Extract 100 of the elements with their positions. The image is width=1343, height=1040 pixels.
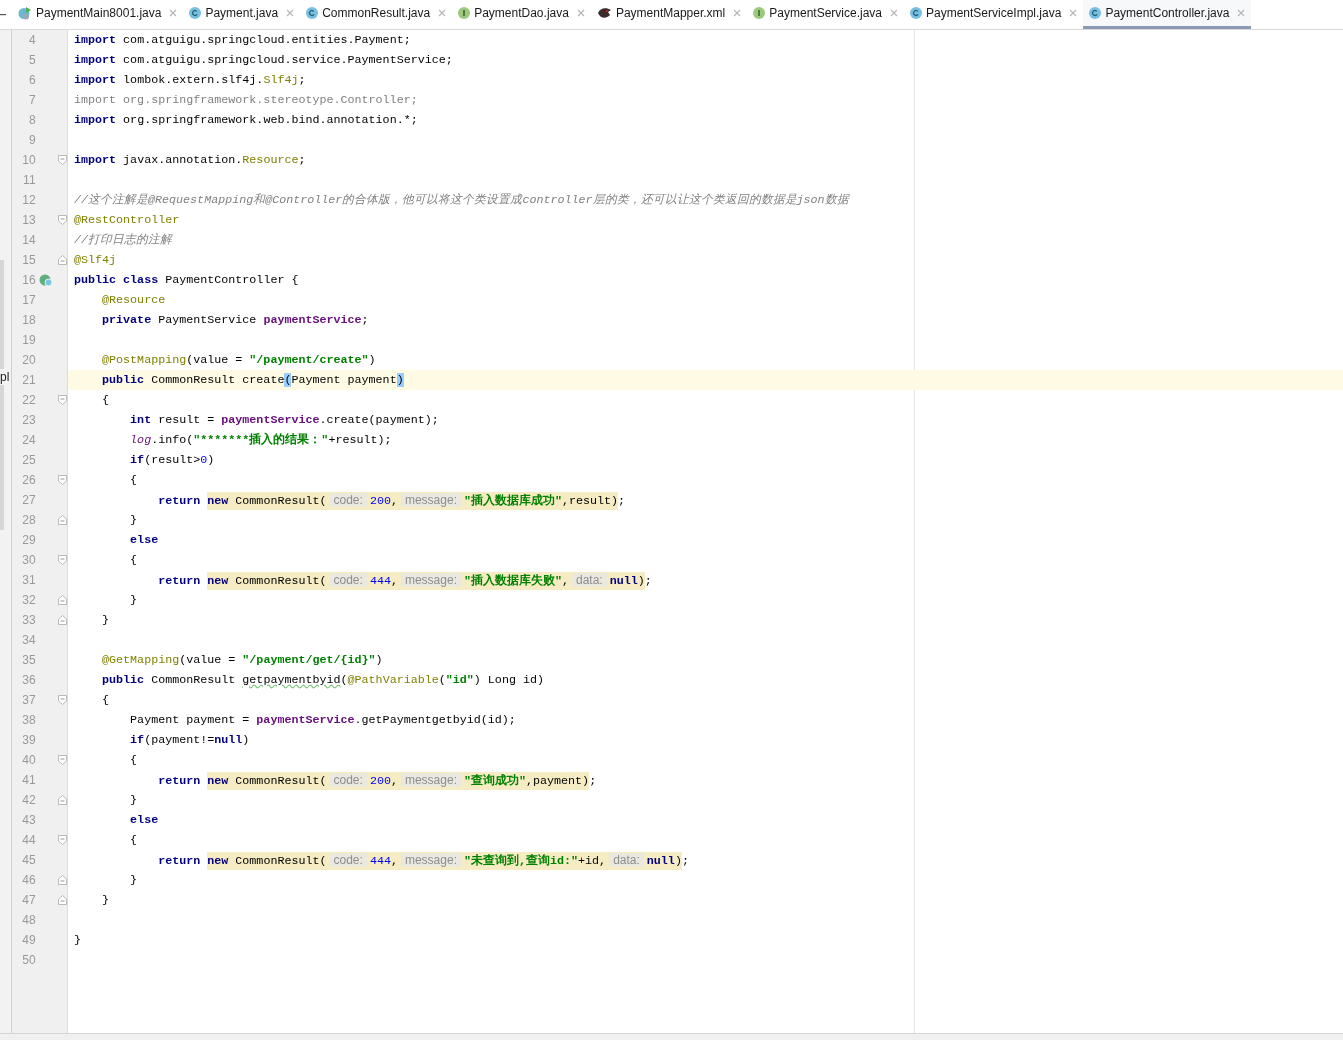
code-line: public CommonResult create(Payment payment)	[101, 372, 404, 389]
fold-icon[interactable]	[58, 515, 67, 525]
code-line: }	[129, 792, 138, 809]
line-number: 36	[21, 672, 36, 689]
code-line: private PaymentService paymentService;	[101, 312, 369, 329]
code-line: public class PaymentController {	[74, 272, 299, 289]
file-tab[interactable]: CommonResult.java	[300, 0, 453, 29]
code-line: return new CommonResult( code: 444, message: "未查询到,查询id:"+id, data: null);	[157, 850, 689, 870]
code-line: import com.atguigu.springcloud.entities.Payment;	[74, 32, 411, 49]
file-tab[interactable]: PaymentDao.java	[452, 0, 591, 29]
code-line: @RestController	[74, 212, 180, 229]
code-line: {	[101, 392, 110, 409]
code-line: import javax.annotation.Resource;	[74, 152, 306, 169]
file-tab[interactable]: PaymentMapper.xml	[590, 0, 748, 29]
line-number: 45	[21, 852, 36, 869]
code-line: {	[129, 472, 138, 489]
close-icon[interactable]	[576, 9, 585, 17]
code-line: Payment payment = paymentService.getPaymentgetbyid(id);	[129, 712, 516, 729]
line-number: 34	[21, 632, 36, 649]
file-tab[interactable]: PaymentController.java	[1083, 0, 1252, 29]
line-number: 16	[21, 272, 36, 289]
line-number: 13	[21, 212, 36, 229]
line-number: 24	[21, 432, 36, 449]
code-line: @Slf4j	[74, 252, 117, 269]
line-number: 46	[21, 872, 36, 889]
line-number: 28	[21, 512, 36, 529]
line-number: 5	[27, 52, 36, 69]
fold-icon[interactable]	[58, 475, 67, 485]
close-icon[interactable]	[1237, 9, 1246, 17]
line-number: 33	[21, 612, 36, 629]
fold-icon[interactable]	[58, 795, 67, 805]
line-number: 31	[21, 572, 36, 589]
code-line: return new CommonResult( code: 200, message: "插入数据库成功",result);	[157, 490, 626, 510]
line-number: 40	[21, 752, 36, 769]
code-line: }	[129, 512, 138, 529]
code-line: }	[129, 592, 138, 609]
fold-icon[interactable]	[58, 835, 67, 845]
close-icon[interactable]	[1069, 9, 1078, 17]
file-tab[interactable]: Payment.java	[183, 0, 301, 29]
minus-icon[interactable]	[0, 13, 6, 16]
line-number: 43	[21, 812, 36, 829]
code-line: if(result>0)	[129, 452, 215, 469]
code-line: public CommonResult getpaymentbyid(@PathVariable("id") Long id)	[101, 672, 544, 689]
line-number: 11	[22, 172, 36, 189]
line-number: 30	[21, 552, 36, 569]
line-number: 29	[21, 532, 36, 549]
code-line: import lombok.extern.slf4j.Slf4j;	[74, 72, 306, 89]
file-tab[interactable]: PaymentService.java	[747, 0, 904, 29]
code-line: }	[101, 892, 110, 909]
fold-icon[interactable]	[58, 755, 67, 765]
code-line: import org.springframework.web.bind.annotation.*;	[74, 112, 418, 129]
code-line: //这个注解是@RequestMapping和@Controller的合体版，他可以将这个类设置成controller层的类，还可以让这个类返回的数据是json数据	[74, 192, 849, 209]
code-line: if(payment!=null)	[129, 732, 250, 749]
line-number: 38	[21, 712, 36, 729]
bird-icon	[596, 6, 612, 20]
fold-icon[interactable]	[58, 255, 67, 265]
fold-icon[interactable]	[58, 895, 67, 905]
line-number: 12	[21, 192, 36, 209]
code-line: @Resource	[101, 292, 166, 309]
line-number: 47	[21, 892, 36, 909]
code-line: {	[129, 552, 138, 569]
fold-icon[interactable]	[58, 155, 67, 165]
code-line: int result = paymentService.create(payment);	[129, 412, 439, 429]
class-icon	[1089, 7, 1102, 19]
line-number: 42	[21, 792, 36, 809]
fold-icon[interactable]	[58, 395, 67, 405]
line-number: 9	[27, 132, 36, 149]
line-number: 25	[21, 452, 36, 469]
class-icon	[189, 7, 202, 19]
fold-icon[interactable]	[58, 615, 67, 625]
line-number: 27	[21, 492, 36, 509]
file-tab[interactable]: PaymentServiceImpl.java	[904, 0, 1084, 29]
line-number: 18	[21, 312, 36, 329]
close-icon[interactable]	[286, 9, 295, 17]
close-icon[interactable]	[169, 9, 178, 17]
line-number: 37	[21, 692, 36, 709]
fold-icon[interactable]	[58, 555, 67, 565]
code-line: }	[74, 932, 81, 949]
fold-icon[interactable]	[58, 695, 67, 705]
code-line: return new CommonResult( code: 200, message: "查询成功",payment);	[157, 770, 597, 790]
close-icon[interactable]	[438, 9, 447, 17]
file-tab[interactable]: PaymentMain8001.java	[12, 0, 184, 29]
line-number: 26	[21, 472, 36, 489]
fold-icon[interactable]	[58, 875, 67, 885]
line-number: 10	[21, 152, 36, 169]
interface-icon	[753, 7, 766, 19]
fold-icon[interactable]	[58, 595, 67, 605]
code-line: @PostMapping(value = "/payment/create")	[101, 352, 376, 369]
line-number: 35	[21, 652, 36, 669]
fold-icon[interactable]	[58, 215, 67, 225]
panel-text: pl	[0, 369, 10, 385]
line-number: 32	[21, 592, 36, 609]
class-run-icon	[18, 6, 32, 20]
line-number: 22	[21, 392, 36, 409]
line-number: 15	[21, 252, 36, 269]
line-number: 19	[21, 332, 36, 349]
line-number: 50	[21, 952, 36, 969]
class-gutter-icon[interactable]	[39, 273, 54, 287]
close-icon[interactable]	[890, 9, 898, 17]
close-icon[interactable]	[733, 9, 742, 17]
